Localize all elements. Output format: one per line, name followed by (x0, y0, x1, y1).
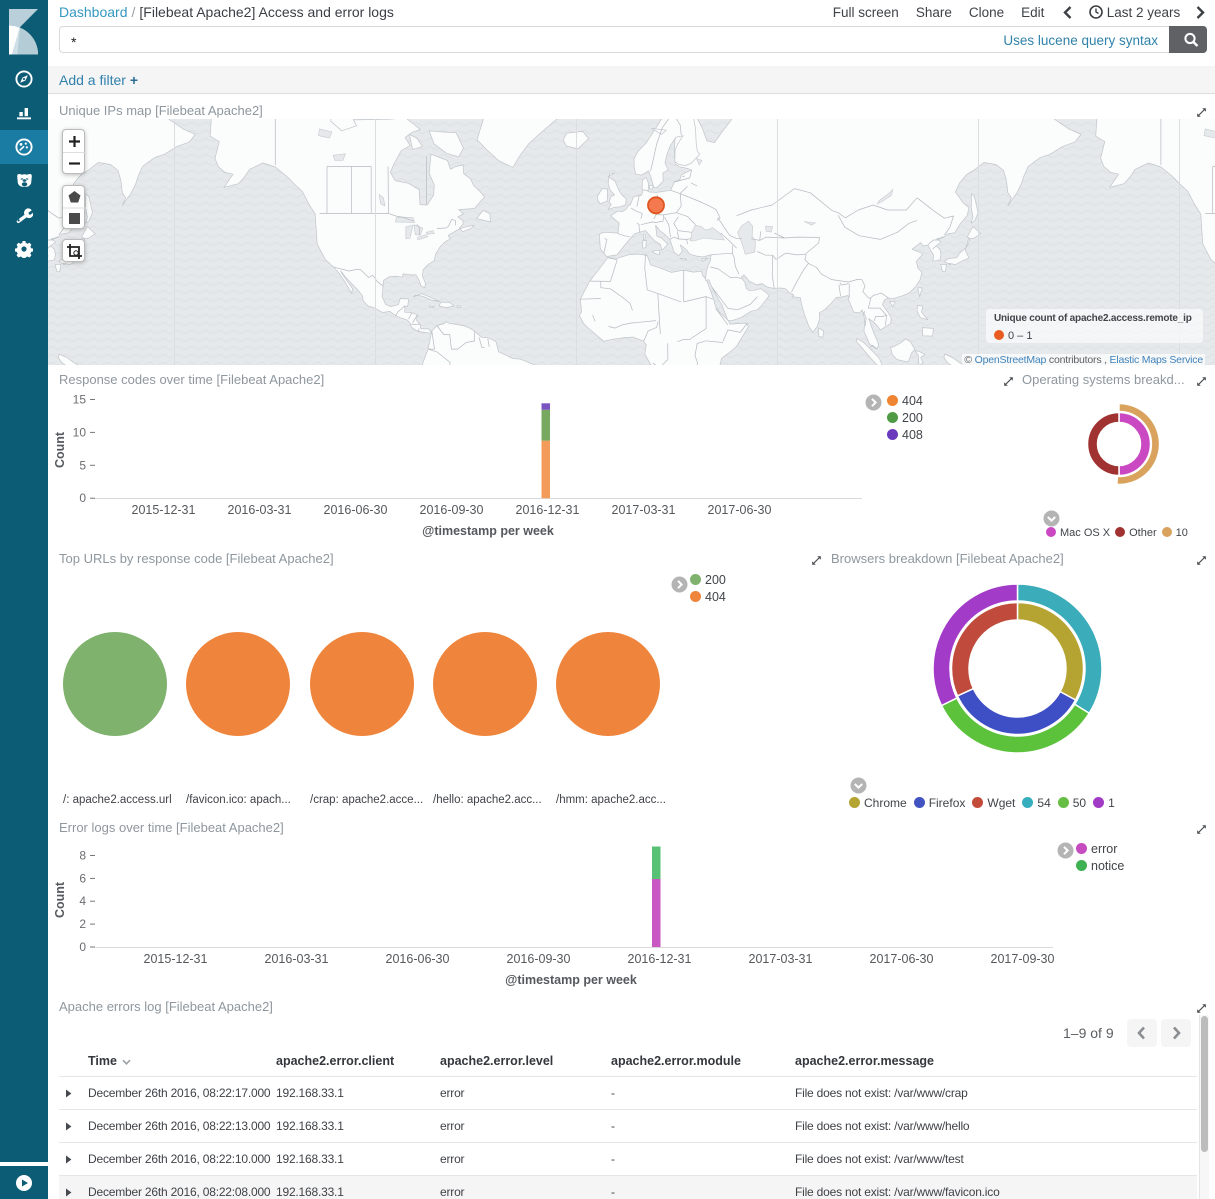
svg-text:2016-06-30: 2016-06-30 (386, 952, 450, 966)
svg-text:10: 10 (73, 425, 87, 439)
svg-text:2016-12-31: 2016-12-31 (628, 952, 692, 966)
svg-text:8: 8 (79, 849, 86, 863)
svg-text:Count: Count (53, 431, 67, 468)
svg-text:2016-03-31: 2016-03-31 (265, 952, 329, 966)
svg-text:2017-06-30: 2017-06-30 (870, 952, 934, 966)
svg-text:2: 2 (79, 917, 86, 931)
svg-text:2016-09-30: 2016-09-30 (507, 952, 571, 966)
svg-text:2017-09-30: 2017-09-30 (991, 952, 1055, 966)
svg-text:2016-12-31: 2016-12-31 (516, 503, 580, 517)
svg-text:4: 4 (79, 894, 86, 908)
svg-text:2015-12-31: 2015-12-31 (132, 503, 196, 517)
svg-text:2016-03-31: 2016-03-31 (228, 503, 292, 517)
svg-text:0: 0 (79, 940, 86, 954)
svg-text:2017-06-30: 2017-06-30 (708, 503, 772, 517)
svg-text:2016-06-30: 2016-06-30 (324, 503, 388, 517)
svg-text:2015-12-31: 2015-12-31 (144, 952, 208, 966)
svg-text:2017-03-31: 2017-03-31 (749, 952, 813, 966)
svg-text:2017-03-31: 2017-03-31 (612, 503, 676, 517)
svg-text:5: 5 (79, 458, 86, 472)
svg-text:Count: Count (53, 881, 67, 918)
svg-text:15: 15 (73, 393, 87, 407)
svg-text:@timestamp per week: @timestamp per week (422, 524, 554, 538)
svg-text:0: 0 (79, 491, 86, 505)
svg-text:2016-09-30: 2016-09-30 (420, 503, 484, 517)
svg-text:@timestamp per week: @timestamp per week (505, 973, 637, 987)
svg-text:6: 6 (79, 871, 86, 885)
